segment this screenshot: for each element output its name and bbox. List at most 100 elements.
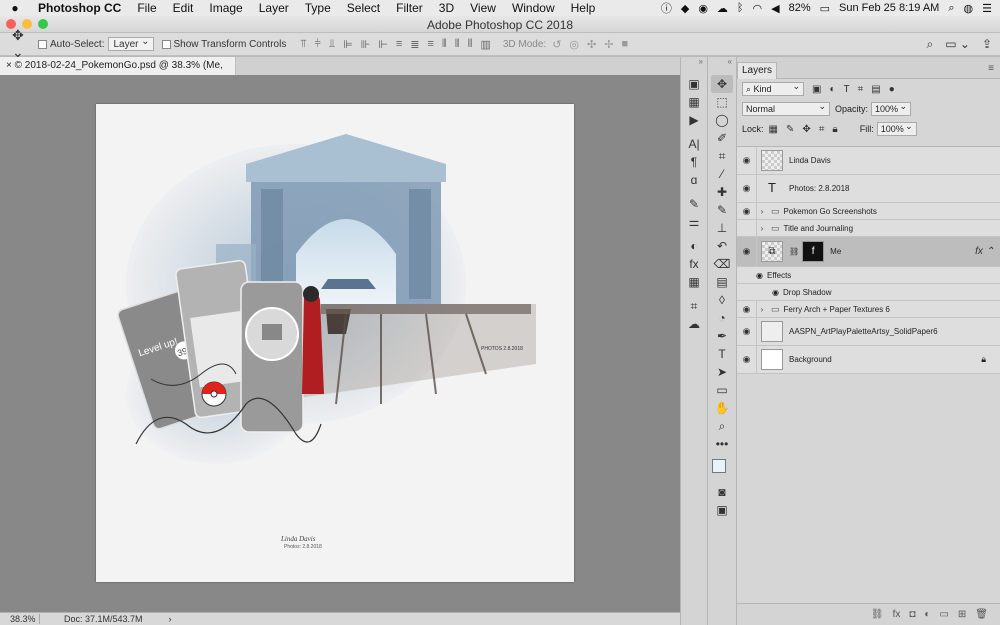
- expand-chevron-icon[interactable]: ›: [757, 207, 767, 216]
- distribute-bottom-icon[interactable]: ≡: [427, 38, 433, 51]
- layer-group-row[interactable]: › ▭ Title and Journaling: [737, 220, 1000, 237]
- crop-tool-icon[interactable]: ⌗: [711, 147, 733, 165]
- 3d-orbit-icon[interactable]: ↺: [552, 38, 561, 51]
- drop-shadow-label[interactable]: Drop Shadow: [783, 288, 1000, 297]
- layer-name[interactable]: Photos: 2.8.2018: [789, 184, 1000, 193]
- layer-group-row[interactable]: ◉ › ▭ Pokemon Go Screenshots: [737, 203, 1000, 220]
- layer-name[interactable]: Ferry Arch + Paper Textures 6: [784, 305, 1000, 314]
- bluetooth-icon[interactable]: ᛒ: [737, 2, 744, 14]
- move-tool-icon[interactable]: ✥: [711, 75, 733, 93]
- screen-mode-icon[interactable]: ▣: [711, 501, 733, 519]
- menu-view[interactable]: View: [462, 1, 504, 15]
- menu-help[interactable]: Help: [563, 1, 604, 15]
- opacity-input[interactable]: 100%: [871, 100, 912, 116]
- visibility-eye-icon[interactable]: ◉: [737, 155, 756, 166]
- distribute-right-icon[interactable]: ⦀: [468, 38, 473, 51]
- menu-file[interactable]: File: [129, 1, 164, 15]
- styles-icon[interactable]: fx: [683, 255, 705, 273]
- type-tool-icon[interactable]: T: [711, 345, 733, 363]
- document-tab[interactable]: × © 2018-02-24_PokemonGo.psd @ 38.3% (Me…: [0, 57, 236, 89]
- glyphs-icon[interactable]: ɑ: [683, 171, 705, 189]
- collapse-dock-icon[interactable]: »: [681, 57, 707, 67]
- healing-brush-tool-icon[interactable]: ✚: [711, 183, 733, 201]
- layer-name[interactable]: Background: [789, 355, 981, 364]
- canvas-area[interactable]: PHOTOS 2.8.2018 Level up! 39 Linda Davis…: [0, 75, 680, 612]
- workspace-icon[interactable]: ▭ ⌄: [945, 37, 970, 52]
- share-icon[interactable]: ⇪: [982, 37, 992, 52]
- dodge-tool-icon[interactable]: ◔: [711, 309, 733, 327]
- effects-label[interactable]: Effects: [767, 271, 1000, 280]
- creative-cloud-icon[interactable]: ☁: [683, 315, 705, 333]
- clone-stamp-tool-icon[interactable]: ⊥: [711, 219, 733, 237]
- fill-input[interactable]: 100%: [876, 120, 917, 136]
- blend-mode-dropdown[interactable]: Normal: [742, 100, 830, 116]
- edit-toolbar-icon[interactable]: •••: [711, 435, 733, 453]
- collapse-tools-icon[interactable]: «: [708, 57, 736, 67]
- filter-pixel-icon[interactable]: ▣: [812, 84, 821, 95]
- path-selection-tool-icon[interactable]: ➤: [711, 363, 733, 381]
- effects-eye-icon[interactable]: ◉: [737, 271, 767, 280]
- visibility-eye-icon[interactable]: ◉: [737, 246, 756, 257]
- filter-adjustment-icon[interactable]: ◐: [829, 84, 835, 95]
- paragraph-icon[interactable]: ¶: [683, 153, 705, 171]
- marquee-tool-icon[interactable]: ⬚: [711, 93, 733, 111]
- link-layers-icon[interactable]: ⛓: [871, 609, 884, 620]
- dropbox-icon[interactable]: ◆: [681, 2, 689, 15]
- lock-artboard-icon[interactable]: ⌗: [819, 124, 825, 135]
- apple-icon[interactable]: ●: [0, 1, 30, 15]
- libraries-icon[interactable]: ▣: [683, 75, 705, 93]
- quick-mask-icon[interactable]: ◙: [711, 483, 733, 501]
- lock-all-icon[interactable]: 🔒︎: [832, 124, 837, 135]
- filter-shape-icon[interactable]: ⌗: [858, 84, 864, 95]
- align-right-icon[interactable]: ⊩: [378, 38, 388, 51]
- menu-edit[interactable]: Edit: [165, 1, 202, 15]
- panel-menu-icon[interactable]: ≡: [988, 63, 994, 74]
- visibility-eye-icon[interactable]: ◉: [737, 354, 756, 365]
- expand-chevron-icon[interactable]: ›: [757, 224, 767, 233]
- align-hcenter-icon[interactable]: ⊪: [361, 38, 371, 51]
- drop-shadow-eye-icon[interactable]: ◉: [737, 288, 783, 297]
- 3d-scale-icon[interactable]: ■: [621, 38, 628, 51]
- filter-kind-dropdown[interactable]: ⌕ Kind: [742, 80, 804, 96]
- visibility-eye-icon[interactable]: ◉: [737, 304, 756, 315]
- actions-icon[interactable]: ▶: [683, 111, 705, 129]
- layer-group-row[interactable]: ◉ › ▭ Ferry Arch + Paper Textures 6: [737, 301, 1000, 318]
- distribute-hcenter-icon[interactable]: ⦀: [455, 38, 460, 51]
- align-left-icon[interactable]: ⊫: [343, 38, 353, 51]
- filter-type-icon[interactable]: T: [844, 84, 850, 95]
- effects-row[interactable]: ◉ Effects: [737, 267, 1000, 284]
- history-icon[interactable]: ▦: [683, 93, 705, 111]
- align-top-icon[interactable]: ⫪: [300, 38, 306, 51]
- close-tab-icon[interactable]: ×: [6, 60, 12, 71]
- align-bottom-icon[interactable]: ⫫: [329, 38, 335, 51]
- eyedropper-tool-icon[interactable]: ⁄: [711, 165, 733, 183]
- menu-select[interactable]: Select: [339, 1, 388, 15]
- brushes-icon[interactable]: ✎: [683, 195, 705, 213]
- menu-3d[interactable]: 3D: [431, 1, 462, 15]
- battery-icon[interactable]: ▭: [820, 2, 830, 15]
- menu-filter[interactable]: Filter: [388, 1, 431, 15]
- paths-icon[interactable]: ⌗: [683, 297, 705, 315]
- status-menu-icon[interactable]: ›: [169, 614, 172, 624]
- eraser-tool-icon[interactable]: ⌫: [711, 255, 733, 273]
- clock[interactable]: Sun Feb 25 8:19 AM: [839, 2, 939, 14]
- pen-tool-icon[interactable]: ✒: [711, 327, 733, 345]
- align-vcenter-icon[interactable]: ⫩: [315, 38, 321, 51]
- zoom-level[interactable]: 38.3%: [0, 614, 40, 624]
- lock-position-icon[interactable]: ✥: [802, 124, 810, 135]
- layer-name[interactable]: Title and Journaling: [784, 224, 1000, 233]
- search-icon[interactable]: ⌕: [926, 37, 933, 52]
- document-canvas[interactable]: PHOTOS 2.8.2018 Level up! 39 Linda Davis…: [96, 104, 574, 582]
- menu-window[interactable]: Window: [504, 1, 563, 15]
- delete-layer-icon[interactable]: 🗑︎: [975, 609, 988, 620]
- layer-row[interactable]: ◉ Background 🔒︎: [737, 346, 1000, 374]
- user-avatar-icon[interactable]: ◍: [964, 2, 974, 15]
- expand-chevron-icon[interactable]: ›: [757, 305, 767, 314]
- filter-smart-object-icon[interactable]: ▤: [871, 84, 880, 95]
- menu-app-name[interactable]: Photoshop CC: [30, 1, 129, 15]
- layer-effects-icon[interactable]: fx ⌃: [975, 246, 994, 257]
- lock-transparent-icon[interactable]: ▦: [769, 124, 778, 135]
- move-tool-preset-icon[interactable]: ✥ ⌄: [12, 27, 38, 61]
- rectangle-tool-icon[interactable]: ▭: [711, 381, 733, 399]
- lock-image-icon[interactable]: ✎: [786, 124, 794, 135]
